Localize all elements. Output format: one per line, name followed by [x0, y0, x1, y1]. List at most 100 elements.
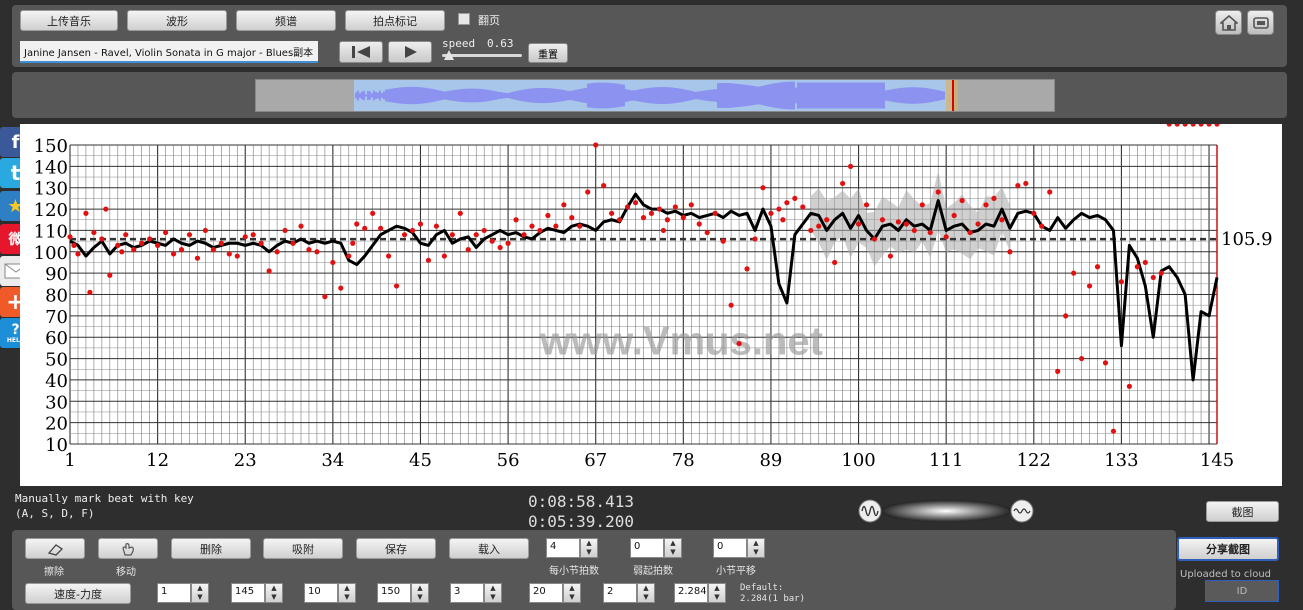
beat-point	[147, 236, 153, 242]
beat-point	[370, 210, 376, 216]
beat-point	[162, 229, 169, 236]
volume-control[interactable]	[858, 498, 1034, 524]
param-input-3[interactable]: 10	[304, 583, 338, 603]
bar-shift-stepper[interactable]: ▲ ▼	[747, 538, 765, 558]
x-tick-label: 100	[841, 450, 875, 471]
speed-slider-handle[interactable]	[444, 50, 454, 60]
load-button[interactable]: 载入	[449, 538, 529, 559]
fullscreen-button[interactable]	[1247, 10, 1274, 35]
beat-point	[139, 240, 145, 246]
beat-hint-line2: (A, S, D, F)	[15, 507, 95, 520]
beat-point	[879, 217, 886, 223]
beat-point	[75, 251, 81, 257]
param-stepper-2[interactable]: ▲ ▼	[265, 583, 283, 603]
move-label: 移动	[116, 567, 136, 578]
beats-per-bar-stepper[interactable]: ▲ ▼	[580, 538, 598, 558]
screenshot-button[interactable]: 截图	[1206, 501, 1279, 522]
beat-point	[529, 223, 535, 229]
param-input-2[interactable]: 145	[231, 583, 265, 603]
save-button[interactable]: 保存	[356, 538, 436, 559]
param-stepper-3[interactable]: ▲ ▼	[338, 583, 356, 603]
param-stepper-1[interactable]: ▲ ▼	[191, 583, 209, 603]
x-tick-label: 56	[497, 450, 520, 471]
snap-button[interactable]: 吸附	[263, 538, 343, 559]
beat-point	[903, 221, 909, 227]
beat-point	[553, 223, 559, 229]
param-input-6[interactable]: 20	[529, 583, 563, 603]
skip-back-icon	[352, 46, 370, 58]
param-input-5[interactable]: 3	[450, 583, 484, 603]
fullscreen-icon	[1252, 16, 1269, 29]
beat-point	[425, 257, 432, 263]
y-tick-label: 20	[45, 414, 68, 435]
beat-point	[242, 234, 248, 240]
tap-mark-button[interactable]: 拍点标记	[345, 10, 445, 31]
y-tick-label: 140	[34, 157, 68, 178]
param-input-8[interactable]: 2.284	[674, 583, 708, 603]
beat-point	[1206, 124, 1212, 127]
default-note-line2: 2.284(1 bar)	[740, 594, 806, 604]
beat-point	[473, 232, 479, 238]
pickup-beats-stepper[interactable]: ▲ ▼	[664, 538, 682, 558]
waveform-overview[interactable]	[255, 79, 1055, 112]
y-tick-label: 120	[34, 200, 68, 221]
previous-button[interactable]	[339, 41, 383, 63]
spectrum-button[interactable]: 频谱	[236, 10, 336, 31]
beat-point	[298, 223, 304, 229]
play-icon	[405, 46, 417, 58]
beat-point	[975, 221, 981, 227]
beat-point	[1142, 259, 1148, 266]
beat-point	[720, 238, 726, 244]
beat-point	[919, 202, 925, 208]
waveform-button[interactable]: 波形	[127, 10, 227, 31]
home-button[interactable]	[1215, 10, 1242, 35]
delete-button[interactable]: 删除	[171, 538, 251, 559]
param-input-4[interactable]: 150	[377, 583, 411, 603]
param-stepper-4[interactable]: ▲ ▼	[411, 583, 429, 603]
param-stepper-6[interactable]: ▲ ▼	[563, 583, 581, 603]
reset-speed-button[interactable]: 重置	[528, 43, 568, 63]
speed-label: speed	[442, 37, 476, 50]
beat-point	[792, 195, 798, 201]
param-stepper-8[interactable]: ▲ ▼	[708, 583, 726, 603]
speed-slider-track[interactable]	[442, 54, 522, 57]
x-tick-label: 1	[64, 450, 75, 471]
beat-point	[155, 242, 161, 248]
beat-point	[107, 272, 113, 278]
beat-point	[441, 253, 447, 259]
beat-point	[1078, 355, 1085, 362]
param-input-1[interactable]: 1	[157, 583, 191, 603]
beat-point	[1126, 383, 1132, 389]
move-button[interactable]	[98, 538, 158, 559]
beat-point	[593, 142, 599, 148]
beat-point	[991, 195, 997, 201]
upload-music-button[interactable]: 上传音乐	[20, 10, 118, 31]
play-button[interactable]	[388, 41, 432, 63]
beat-point	[660, 227, 667, 234]
pickup-beats-input[interactable]: 0	[630, 538, 664, 558]
beat-point	[1198, 124, 1204, 127]
beats-per-bar-input[interactable]: 4	[546, 538, 580, 558]
tempo-chart[interactable]: 150 140 130 120 110 100 90 80 70 60 50 40 30 20 10 1 12 2…	[20, 124, 1282, 486]
param-stepper-5[interactable]: ▲ ▼	[484, 583, 502, 603]
share-screenshot-button[interactable]: 分享截图	[1177, 537, 1279, 561]
cloud-id-field[interactable]: ID	[1205, 580, 1279, 602]
beat-point	[768, 210, 774, 216]
tempo-dynamics-button[interactable]: 速度-力度	[25, 583, 131, 604]
beat-point	[1063, 313, 1069, 319]
beat-point	[103, 206, 109, 212]
beat-point	[497, 244, 503, 251]
bar-shift-input[interactable]: 0	[713, 538, 747, 558]
param-input-7[interactable]: 2	[603, 583, 637, 603]
erase-button[interactable]	[25, 538, 85, 559]
song-title-field[interactable]: Janine Jansen - Ravel, Violin Sonata in …	[20, 41, 318, 63]
x-tick-label: 78	[672, 450, 695, 471]
beat-point	[346, 253, 352, 259]
beat-point	[170, 251, 177, 257]
home-icon	[1219, 14, 1238, 31]
beat-point	[648, 210, 655, 216]
beat-point	[927, 229, 933, 236]
param-stepper-7[interactable]: ▲ ▼	[637, 583, 655, 603]
page-flip-checkbox[interactable]	[458, 13, 470, 25]
beat-point	[378, 225, 384, 231]
